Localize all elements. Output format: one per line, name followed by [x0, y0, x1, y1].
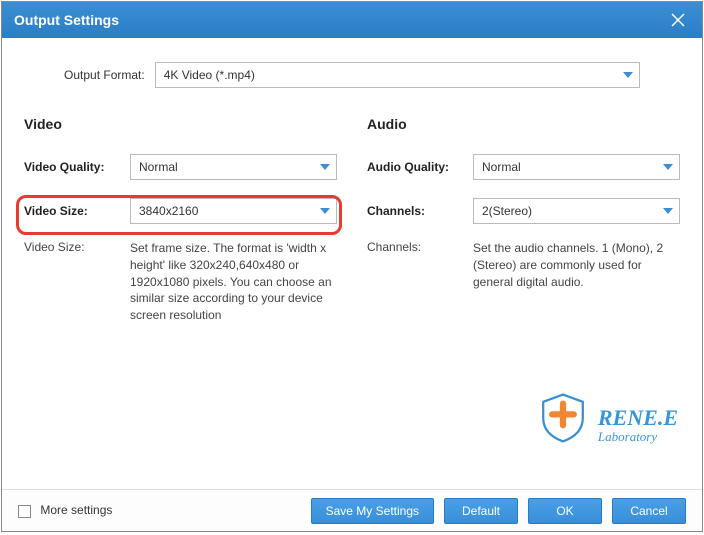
- chevron-down-icon: [663, 164, 673, 170]
- cancel-button[interactable]: Cancel: [612, 498, 686, 524]
- video-column: Video Video Quality: Normal Video Size: …: [24, 116, 337, 481]
- brand-logo: RENE.E Laboratory: [536, 391, 678, 445]
- chevron-down-icon: [320, 208, 330, 214]
- audio-channels-description-row: Channels: Set the audio channels. 1 (Mon…: [367, 240, 680, 290]
- output-format-value: 4K Video (*.mp4): [164, 68, 255, 82]
- chevron-down-icon: [663, 208, 673, 214]
- video-size-value: 3840x2160: [139, 204, 198, 218]
- more-settings-checkbox[interactable]: More settings: [18, 503, 112, 517]
- video-size-desc-label: Video Size:: [24, 240, 130, 324]
- audio-quality-value: Normal: [482, 160, 521, 174]
- video-quality-value: Normal: [139, 160, 178, 174]
- audio-quality-label: Audio Quality:: [367, 160, 473, 174]
- video-size-dropdown[interactable]: 3840x2160: [130, 198, 337, 224]
- chevron-down-icon: [320, 164, 330, 170]
- audio-channels-label: Channels:: [367, 204, 473, 218]
- content-area: Output Format: 4K Video (*.mp4) Video Vi…: [2, 38, 702, 489]
- bottom-toolbar: More settings Save My Settings Default O…: [2, 489, 702, 531]
- video-quality-row: Video Quality: Normal: [24, 152, 337, 182]
- audio-channels-value: 2(Stereo): [482, 204, 532, 218]
- output-settings-window: Output Settings Output Format: 4K Video …: [1, 1, 703, 532]
- chevron-down-icon: [623, 72, 633, 78]
- checkbox-icon: [18, 505, 31, 518]
- more-settings-label: More settings: [40, 503, 112, 517]
- output-format-dropdown[interactable]: 4K Video (*.mp4): [155, 62, 640, 88]
- video-size-label: Video Size:: [24, 204, 130, 218]
- video-size-desc-text: Set frame size. The format is 'width x h…: [130, 240, 337, 324]
- audio-section-title: Audio: [367, 116, 680, 132]
- video-quality-label: Video Quality:: [24, 160, 130, 174]
- video-quality-dropdown[interactable]: Normal: [130, 154, 337, 180]
- audio-channels-desc-label: Channels:: [367, 240, 473, 290]
- audio-channels-dropdown[interactable]: 2(Stereo): [473, 198, 680, 224]
- output-format-label: Output Format:: [64, 68, 145, 82]
- default-button[interactable]: Default: [444, 498, 518, 524]
- shield-icon: [536, 391, 590, 445]
- close-icon[interactable]: [666, 8, 690, 32]
- audio-channels-desc-text: Set the audio channels. 1 (Mono), 2 (Ste…: [473, 240, 680, 290]
- save-my-settings-button[interactable]: Save My Settings: [311, 498, 434, 524]
- video-size-row: Video Size: 3840x2160: [24, 196, 337, 226]
- ok-button[interactable]: OK: [528, 498, 602, 524]
- brand-subtitle: Laboratory: [598, 429, 678, 445]
- video-size-description-row: Video Size: Set frame size. The format i…: [24, 240, 337, 324]
- title-bar: Output Settings: [2, 2, 702, 38]
- output-format-row: Output Format: 4K Video (*.mp4): [24, 62, 680, 88]
- brand-text: RENE.E Laboratory: [598, 405, 678, 445]
- brand-name: RENE.E: [598, 405, 678, 430]
- video-section-title: Video: [24, 116, 337, 132]
- window-title: Output Settings: [14, 12, 119, 28]
- audio-quality-row: Audio Quality: Normal: [367, 152, 680, 182]
- audio-quality-dropdown[interactable]: Normal: [473, 154, 680, 180]
- audio-channels-row: Channels: 2(Stereo): [367, 196, 680, 226]
